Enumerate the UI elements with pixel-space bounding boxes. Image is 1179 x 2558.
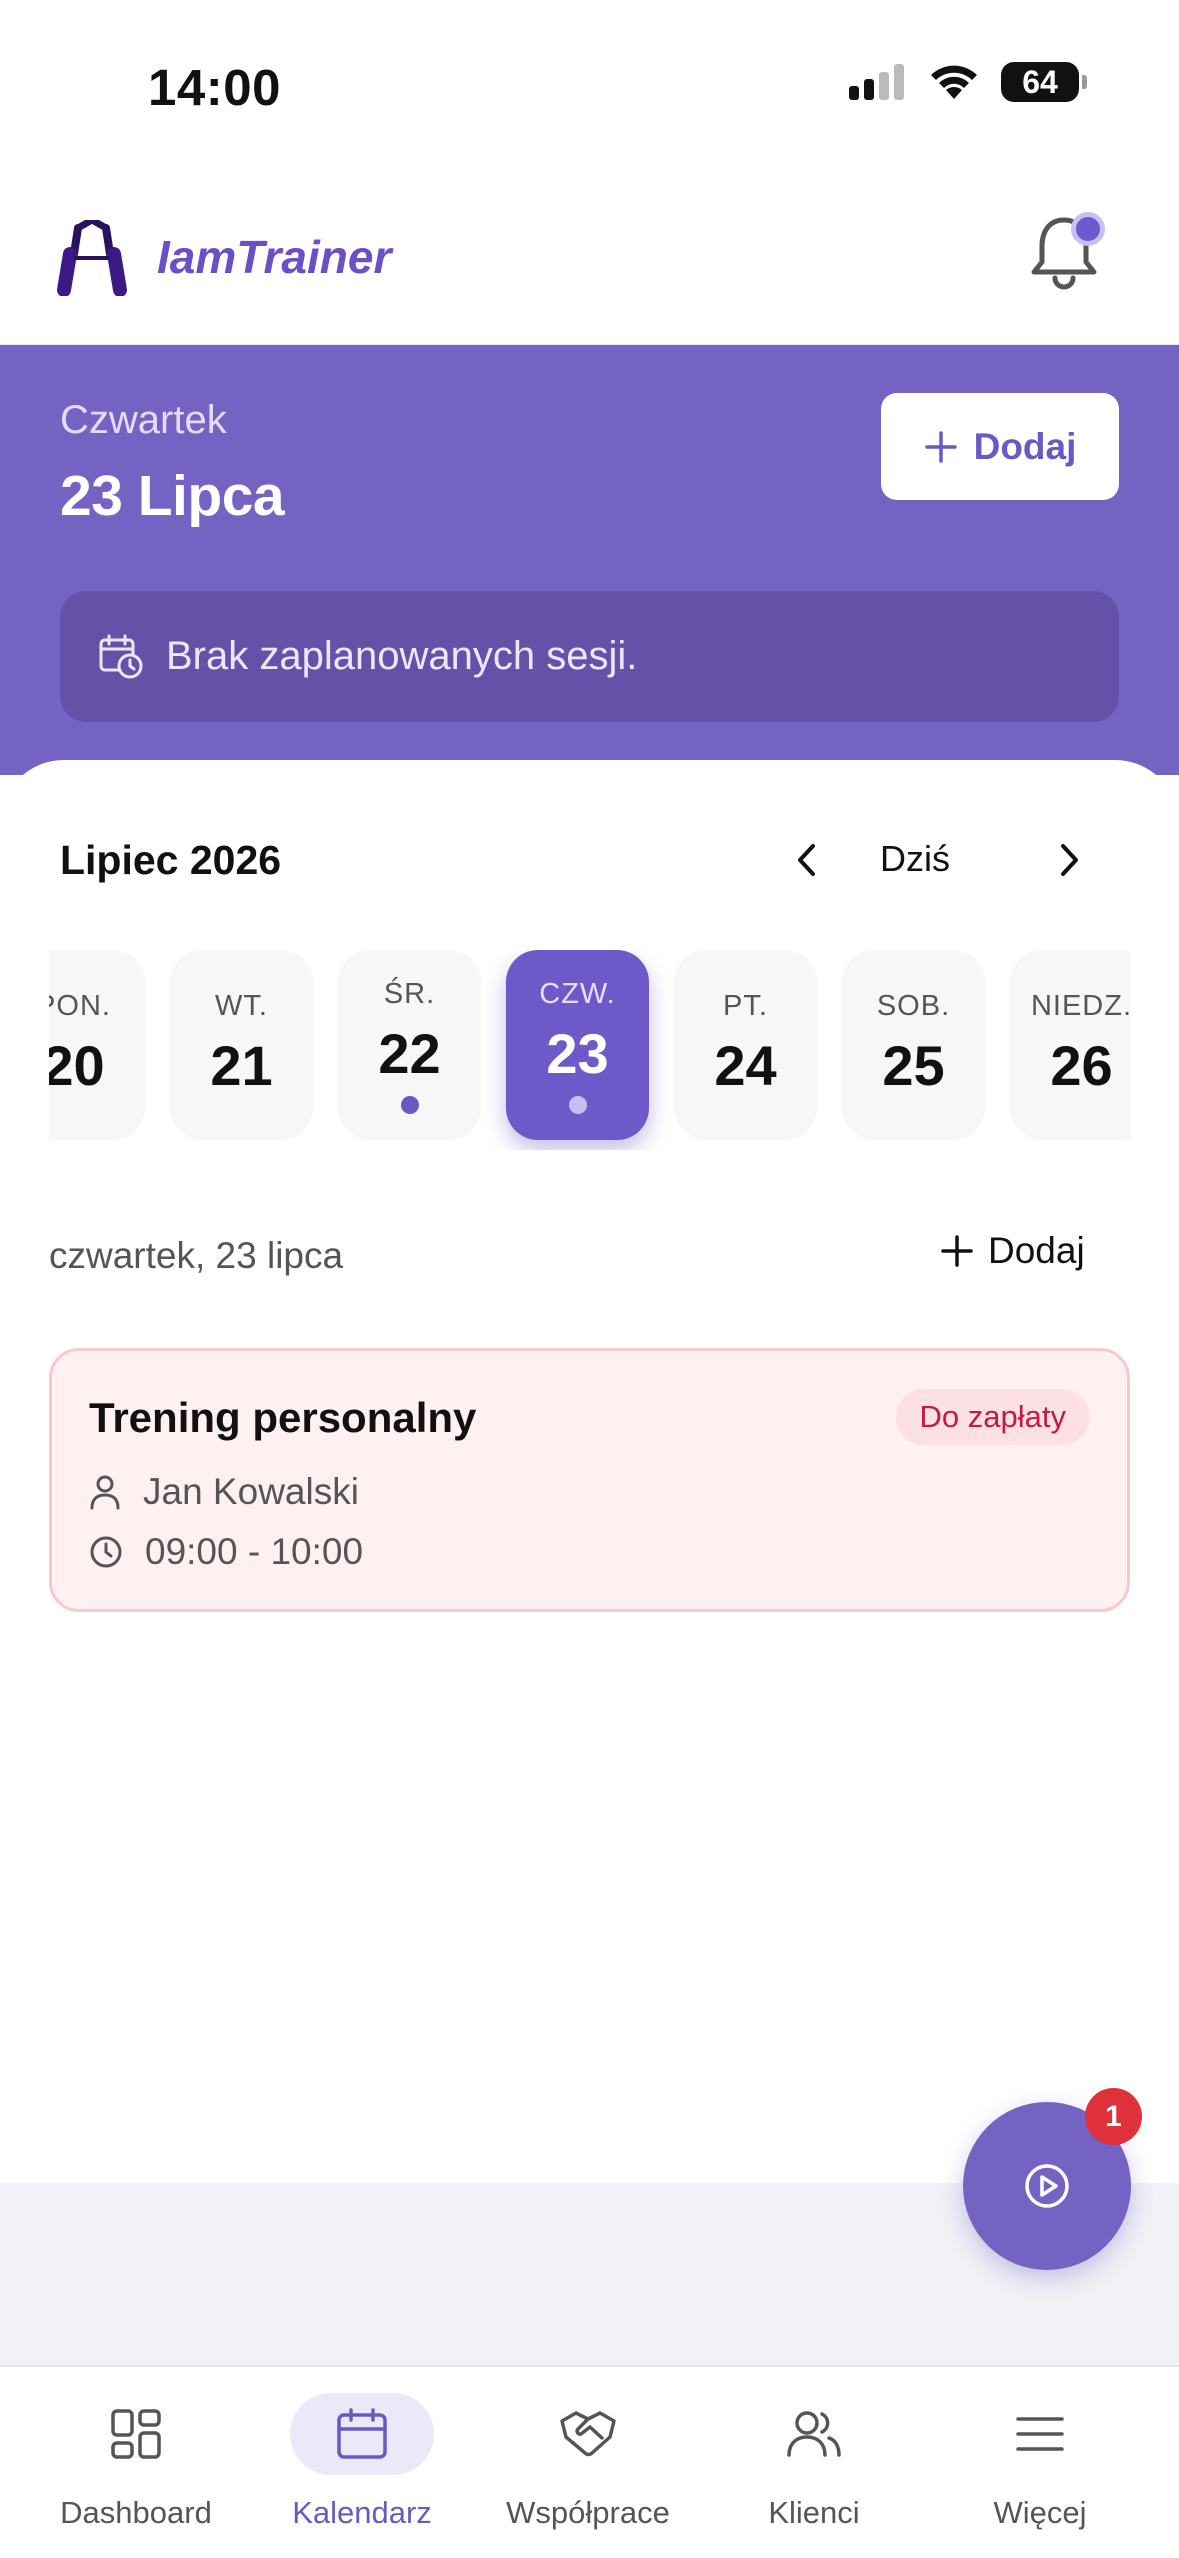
week-day-selector: PON. 20 WT. 21 ŚR. 22 CZW. 23 PT. 24: [49, 950, 1130, 1150]
day-number: 25: [882, 1034, 945, 1097]
calendar-icon: [337, 2408, 387, 2459]
session-dot: [400, 1096, 419, 1114]
day-weekday: WT.: [215, 990, 268, 1022]
tab-label: Klienci: [768, 2495, 860, 2530]
session-dot: [568, 1096, 587, 1114]
day-weekday: NIEDZ.: [1030, 990, 1130, 1022]
tab-label: Więcej: [993, 2495, 1087, 2530]
selected-date-label: czwartek, 23 lipca: [49, 1235, 344, 1276]
session-client: Jan Kowalski: [89, 1471, 359, 1513]
tab-icon-wrap: [968, 2393, 1112, 2475]
add-button[interactable]: Dodaj: [881, 393, 1119, 500]
wifi-icon: [931, 65, 977, 99]
clock-icon: [90, 1536, 122, 1568]
add-button-label: Dodaj: [973, 425, 1077, 467]
logo-icon: [56, 215, 128, 301]
users-icon: [787, 2411, 841, 2457]
prev-week-button[interactable]: [781, 830, 831, 890]
status-icons: 64: [849, 62, 1087, 102]
day-number: 26: [1050, 1034, 1113, 1097]
play-circle-icon: [1025, 2164, 1069, 2208]
session-time: 09:00 - 10:00: [89, 1531, 363, 1573]
day-item[interactable]: NIEDZ. 26: [1010, 950, 1130, 1140]
tab-clients[interactable]: Klienci: [696, 2367, 932, 2558]
app-header: IamTrainer: [0, 180, 1179, 346]
day-item[interactable]: ŚR. 22: [338, 950, 481, 1140]
battery-indicator: 64: [1001, 62, 1087, 102]
handshake-icon: [560, 2411, 616, 2457]
session-time-text: 09:00 - 10:00: [145, 1531, 364, 1572]
grid-icon: [111, 2409, 161, 2459]
hero-date: 23 Lipca: [60, 464, 285, 528]
day-number: 24: [714, 1034, 777, 1097]
notification-dot: [1071, 212, 1105, 246]
tab-label: Kalendarz: [292, 2495, 432, 2530]
next-week-button[interactable]: [1045, 830, 1095, 890]
day-item[interactable]: SOB. 25: [842, 950, 985, 1140]
month-title: Lipiec 2026: [60, 837, 282, 883]
day-weekday: ŚR.: [383, 978, 436, 1010]
tab-label: Współprace: [506, 2495, 670, 2530]
hero-weekday: Czwartek: [60, 398, 227, 442]
no-sessions-banner: Brak zaplanowanych sesji.: [60, 591, 1119, 722]
calendar-panel: Lipiec 2026 Dziś PON. 20 WT. 21 ŚR. 22: [0, 760, 1179, 2183]
signal-icon: [849, 64, 904, 100]
menu-icon: [1016, 2417, 1064, 2451]
status-time: 14:00: [148, 59, 281, 116]
day-item[interactable]: PT. 24: [674, 950, 817, 1140]
fab-count-badge: 1: [1085, 2088, 1142, 2145]
day-number: 22: [378, 1022, 441, 1085]
tab-icon-wrap: [742, 2393, 886, 2475]
plus-icon: [941, 1235, 973, 1267]
chevron-left-icon: [798, 844, 815, 876]
add-session-label: Dodaj: [988, 1230, 1085, 1271]
app-name: IamTrainer: [157, 231, 392, 283]
tab-icon-wrap: [290, 2393, 434, 2475]
session-title: Trening personalny: [89, 1394, 477, 1441]
tab-label: Dashboard: [60, 2495, 212, 2530]
chevron-right-icon: [1061, 844, 1078, 876]
notifications-button[interactable]: [1029, 212, 1105, 297]
tab-calendar[interactable]: Kalendarz: [244, 2367, 480, 2558]
payment-status-badge: Do zapłaty: [895, 1389, 1090, 1445]
add-session-button[interactable]: Dodaj: [940, 1230, 1085, 1272]
no-sessions-text: Brak zaplanowanych sesji.: [166, 634, 638, 678]
day-item[interactable]: WT. 21: [170, 950, 313, 1140]
day-summary: Czwartek 23 Lipca Dodaj Brak zaplanowany…: [0, 345, 1179, 775]
day-item-selected[interactable]: CZW. 23: [506, 950, 649, 1140]
day-weekday: PT.: [723, 990, 768, 1022]
today-button[interactable]: Dziś: [880, 838, 950, 880]
day-number: 23: [546, 1022, 609, 1085]
day-number: 20: [49, 1034, 105, 1097]
tab-icon-wrap: [64, 2393, 208, 2475]
tab-collaborations[interactable]: Współprace: [470, 2367, 706, 2558]
user-icon: [90, 1475, 120, 1510]
client-name: Jan Kowalski: [143, 1471, 359, 1512]
day-item[interactable]: PON. 20: [49, 950, 145, 1140]
day-weekday: CZW.: [539, 978, 616, 1010]
day-weekday: SOB.: [876, 990, 951, 1022]
session-card[interactable]: Trening personalny Do zapłaty Jan Kowals…: [49, 1348, 1130, 1612]
tab-dashboard[interactable]: Dashboard: [18, 2367, 254, 2558]
plus-icon: [924, 430, 957, 463]
day-number: 21: [210, 1034, 273, 1097]
tab-icon-wrap: [516, 2393, 660, 2475]
calendar-clock-icon: [99, 634, 143, 678]
tab-more[interactable]: Więcej: [922, 2367, 1158, 2558]
day-weekday: PON.: [49, 990, 111, 1022]
bottom-tab-bar: Dashboard Kalendarz Współprace Klienci W…: [0, 2365, 1179, 2558]
